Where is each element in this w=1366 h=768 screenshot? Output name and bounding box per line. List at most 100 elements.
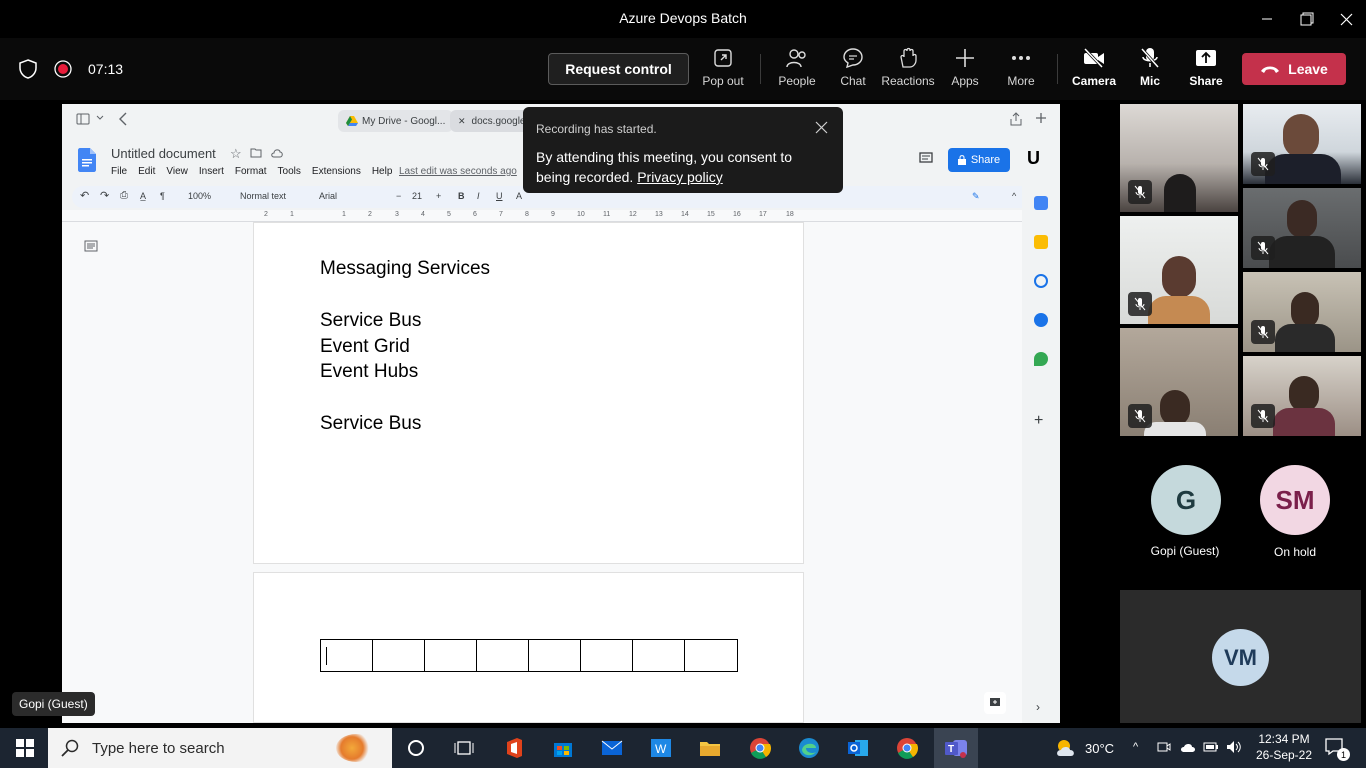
docs-logo-icon[interactable] [78,148,96,172]
calendar-icon[interactable] [1034,196,1048,210]
pop-out-button[interactable]: Pop out [700,44,746,96]
menu-format[interactable]: Format [235,166,267,177]
maps-icon[interactable] [1034,352,1048,366]
share-button[interactable]: Share [1183,44,1229,96]
participant-video[interactable] [1120,328,1238,436]
document-table[interactable] [320,639,738,672]
close-icon[interactable] [815,121,828,134]
edge-icon[interactable] [797,736,821,760]
menu-extensions[interactable]: Extensions [312,166,361,177]
add-addon-icon[interactable]: + [1034,412,1043,430]
participant-video[interactable] [1243,356,1361,436]
style-select[interactable]: Normal text [240,191,286,201]
expand-panel-icon[interactable]: › [1036,700,1040,714]
tab-my-drive[interactable]: My Drive - Googl... [338,110,454,132]
reactions-button[interactable]: Reactions [880,44,936,96]
menu-file[interactable]: File [111,166,127,177]
font-size-input[interactable]: 21 [412,191,422,201]
menu-edit[interactable]: Edit [138,166,155,177]
task-view-icon[interactable] [452,736,476,760]
avatar[interactable]: VM [1212,629,1269,686]
collapse-toolbar-icon[interactable]: ^ [1012,191,1016,201]
microsoft-store-icon[interactable] [551,736,575,760]
outline-icon[interactable] [84,240,98,252]
editing-mode-icon[interactable]: ✎ [972,191,980,202]
menu-help[interactable]: Help [372,166,393,177]
participant-video[interactable] [1120,216,1238,324]
new-tab-icon[interactable] [1035,112,1047,124]
bold-icon[interactable]: B [458,191,465,201]
meet-now-icon[interactable] [1157,740,1171,754]
last-edit-link[interactable]: Last edit was seconds ago [399,166,517,177]
apps-button[interactable]: Apps [942,44,988,96]
clock-time[interactable]: 12:34 PM [1252,732,1316,746]
avatar[interactable]: G [1151,465,1221,535]
teams-icon[interactable]: T [944,736,968,760]
leave-button[interactable]: Leave [1242,53,1346,85]
volume-icon[interactable] [1226,740,1242,754]
table-cell[interactable] [321,640,373,671]
chevron-up-icon[interactable]: ^ [1133,741,1138,753]
clock-date[interactable]: 26-Sep-22 [1252,748,1316,762]
print-icon[interactable]: ⎙ [120,190,128,201]
document-title[interactable]: Untitled document [111,146,216,161]
table-cell[interactable] [581,640,633,671]
document-page[interactable] [253,572,804,723]
keep-icon[interactable] [1034,235,1048,249]
avatar[interactable]: SM [1260,465,1330,535]
sidebar-toggle-icon[interactable] [76,113,90,125]
underline-icon[interactable]: U [496,191,503,201]
font-select[interactable]: Arial [319,191,337,201]
weather-icon[interactable] [1054,736,1078,760]
chat-button[interactable]: Chat [830,44,876,96]
outlook-icon[interactable] [846,736,870,760]
back-icon[interactable] [118,112,128,126]
people-button[interactable]: People [774,44,820,96]
comments-icon[interactable] [919,152,933,164]
contacts-icon[interactable] [1034,313,1048,327]
italic-icon[interactable]: I [477,191,480,201]
participant-video[interactable] [1243,104,1361,184]
chrome-icon[interactable] [895,736,919,760]
tasks-icon[interactable] [1034,274,1048,288]
close-button[interactable] [1323,0,1366,38]
battery-icon[interactable] [1203,741,1219,753]
chrome-icon[interactable] [748,736,772,760]
menu-view[interactable]: View [166,166,188,177]
menu-tools[interactable]: Tools [278,166,301,177]
participant-video[interactable] [1243,188,1361,268]
request-control-button[interactable]: Request control [548,53,689,85]
windows-start-icon[interactable] [13,736,37,760]
document-page[interactable]: Messaging Services Service Bus Event Gri… [253,222,804,564]
table-cell[interactable] [529,640,581,671]
text-color-icon[interactable]: A [516,191,522,201]
mic-button[interactable]: Mic [1130,44,1170,96]
add-comment-icon[interactable] [984,692,1006,714]
participant-video[interactable] [1243,272,1361,352]
zoom-select[interactable]: 100% [188,191,211,201]
redo-icon[interactable]: ↷ [100,189,109,202]
more-button[interactable]: More [998,44,1044,96]
table-cell[interactable] [685,640,737,671]
decrease-font-icon[interactable]: − [396,191,401,201]
user-avatar-icon[interactable]: U [1027,148,1040,169]
undo-icon[interactable]: ↶ [80,189,89,202]
privacy-policy-link[interactable]: Privacy policy [637,169,723,185]
mail-icon[interactable] [600,736,624,760]
increase-font-icon[interactable]: + [436,191,441,201]
table-cell[interactable] [633,640,685,671]
docs-share-button[interactable]: Share [948,148,1010,172]
chevron-down-icon[interactable] [96,115,104,121]
camera-button[interactable]: Camera [1070,44,1118,96]
spellcheck-icon[interactable]: A̲ [140,191,146,201]
file-explorer-icon[interactable] [698,736,722,760]
menu-insert[interactable]: Insert [199,166,224,177]
close-tab-icon[interactable]: ✕ [458,116,466,127]
office-icon[interactable] [502,736,526,760]
share-page-icon[interactable] [1010,112,1022,126]
table-cell[interactable] [373,640,425,671]
table-cell[interactable] [425,640,477,671]
cortana-icon[interactable] [404,736,428,760]
star-icon[interactable]: ☆ [230,146,242,162]
move-folder-icon[interactable] [250,148,262,158]
